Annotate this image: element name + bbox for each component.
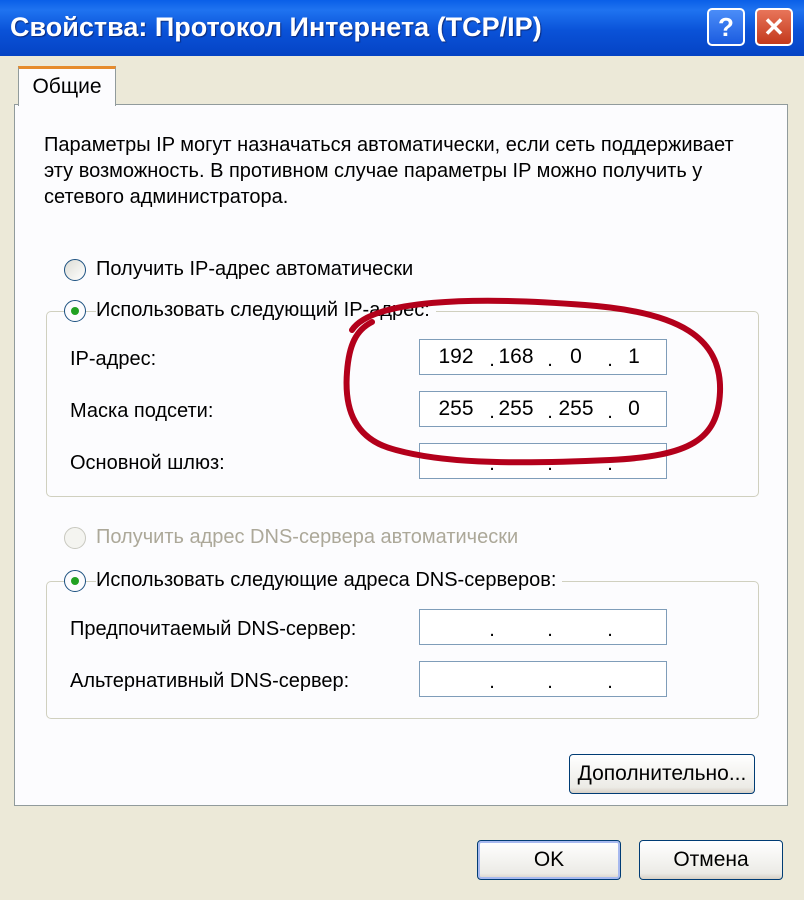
ip-auto-radio[interactable] <box>64 259 86 281</box>
octet-2 <box>494 444 538 478</box>
octet-separator: . <box>547 671 553 693</box>
help-button[interactable]: ? <box>707 8 745 46</box>
close-button[interactable]: ✕ <box>755 8 793 46</box>
octet-2: 168 <box>498 345 534 368</box>
octet-4 <box>612 662 656 696</box>
subnet-mask-input[interactable]: 255 . 255 . 255 . 0 <box>419 391 667 427</box>
octet-separator: . <box>547 401 553 423</box>
dns-auto-radio <box>64 527 86 549</box>
preferred-dns-input[interactable]: . . . <box>419 609 667 645</box>
advanced-button[interactable]: Дополнительно... <box>569 754 755 794</box>
preferred-dns-label: Предпочитаемый DNS-сервер: <box>70 618 357 640</box>
window-title: Свойства: Протокол Интернета (TCP/IP) <box>10 12 542 42</box>
octet-1 <box>434 610 478 644</box>
octet-2 <box>494 662 538 696</box>
octet-separator: . <box>547 619 553 641</box>
octet-separator: . <box>547 453 553 475</box>
octet-2 <box>494 610 538 644</box>
octet-1 <box>434 662 478 696</box>
octet-4 <box>612 610 656 644</box>
gateway-label: Основной шлюз: <box>70 452 225 474</box>
ip-address-label: IP-адрес: <box>70 348 157 370</box>
ip-manual-label[interactable]: Использовать следующий IP-адрес: <box>96 298 436 322</box>
octet-1 <box>434 444 478 478</box>
octet-4: 1 <box>628 345 640 368</box>
alternate-dns-label: Альтернативный DNS-сервер: <box>70 670 350 692</box>
dns-manual-label[interactable]: Использовать следующие адреса DNS-сервер… <box>96 568 563 592</box>
octet-1: 255 <box>438 397 474 420</box>
ip-address-input[interactable]: 192 . 168 . 0 . 1 <box>419 339 667 375</box>
gateway-input[interactable]: . . . <box>419 443 667 479</box>
ok-button[interactable]: OK <box>477 840 621 880</box>
ip-manual-radio[interactable] <box>64 300 86 322</box>
tab-general[interactable]: Общие <box>18 66 116 106</box>
dns-auto-label: Получить адрес DNS-сервера автоматически <box>96 526 519 548</box>
alternate-dns-input[interactable]: . . . <box>419 661 667 697</box>
octet-3: 0 <box>570 345 582 368</box>
radio-selected-dot <box>71 307 79 315</box>
dns-fields-group <box>46 581 759 719</box>
dns-manual-radio[interactable] <box>64 570 86 592</box>
ip-auto-label[interactable]: Получить IP-адрес автоматически <box>96 257 413 281</box>
title-bar[interactable]: Свойства: Протокол Интернета (TCP/IP) ? … <box>0 0 804 56</box>
octet-1: 192 <box>438 345 474 368</box>
description-text: Параметры IP могут назначаться автоматич… <box>44 134 734 208</box>
octet-3: 255 <box>558 397 594 420</box>
octet-4: 0 <box>628 397 640 420</box>
octet-2: 255 <box>498 397 534 420</box>
radio-selected-dot <box>71 577 79 585</box>
octet-4 <box>612 444 656 478</box>
octet-3 <box>554 444 598 478</box>
octet-separator: . <box>547 349 553 371</box>
octet-3 <box>554 610 598 644</box>
octet-3 <box>554 662 598 696</box>
cancel-button[interactable]: Отмена <box>639 840 783 880</box>
subnet-mask-label: Маска подсети: <box>70 400 214 422</box>
